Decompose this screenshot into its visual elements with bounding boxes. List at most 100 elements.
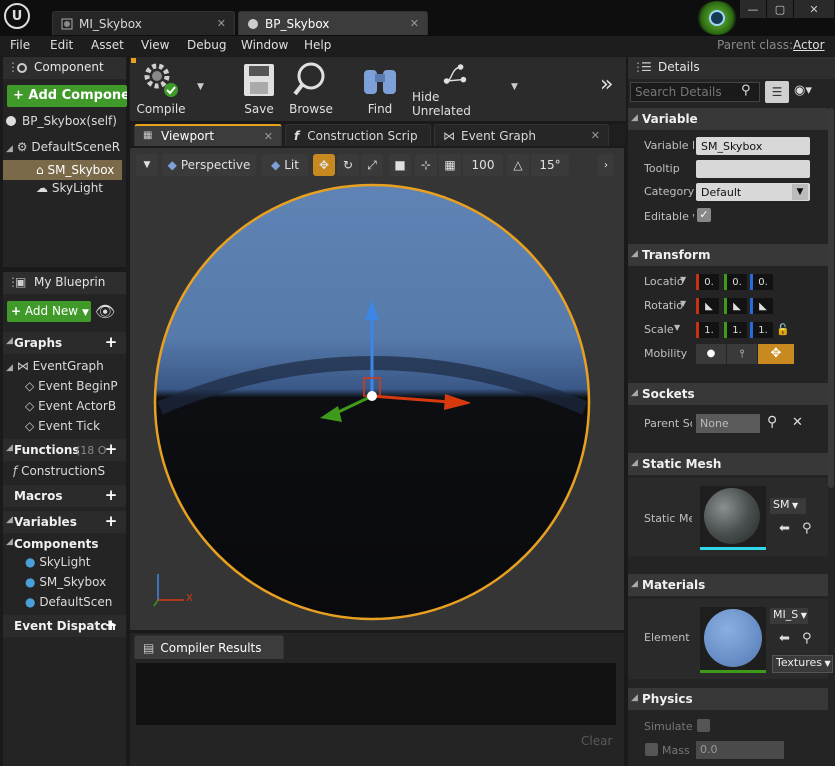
browse-asset-icon[interactable]: ⚲ — [802, 631, 812, 646]
parent-socket-field[interactable]: None — [696, 414, 760, 433]
property-matrix-button[interactable]: ☰ — [765, 81, 789, 103]
browse-button[interactable]: Browse — [286, 60, 336, 118]
tree-item-defaultsceneroot[interactable]: ◢ ⚙ DefaultSceneR — [6, 140, 124, 154]
viewport-options-button[interactable]: ▼ — [136, 154, 158, 176]
variable-defaultsceneroot[interactable]: ● DefaultScen — [25, 595, 125, 609]
find-button[interactable]: Find — [358, 60, 402, 118]
rotation-snap-toggle[interactable]: △ — [507, 154, 529, 176]
location-x-field[interactable]: 0. — [696, 274, 719, 290]
eye-icon[interactable]: 👁 — [95, 302, 115, 321]
translate-mode-button[interactable]: ✥ — [313, 154, 335, 176]
material-combo[interactable]: MI_S ▼ — [770, 608, 808, 624]
rotation-z-field[interactable]: ◣ — [750, 298, 773, 314]
add-new-button[interactable]: + Add New ▼ — [7, 301, 91, 322]
scale-y-field[interactable]: 1. — [724, 322, 747, 338]
editable-checkbox[interactable]: ✓ — [697, 208, 711, 222]
static-mesh-section[interactable]: ◢ Static Mesh — [628, 453, 828, 475]
close-tab-icon[interactable]: ✕ — [264, 130, 273, 143]
chevron-down-icon[interactable]: ▼ — [674, 323, 680, 332]
add-variable-icon[interactable]: + — [104, 514, 118, 529]
variable-section[interactable]: ◢ Variable — [628, 108, 828, 130]
variable-skylight[interactable]: ● SkyLight — [25, 555, 125, 569]
variable-name-field[interactable]: SM_Skybox — [696, 137, 810, 155]
tab-event-graph[interactable]: ⋈ Event Graph ✕ — [434, 124, 609, 146]
minimize-button[interactable]: — — [740, 0, 766, 18]
tab-mi-skybox[interactable]: MI_Skybox ✕ — [52, 11, 235, 35]
coordinate-space-button[interactable]: ■ — [389, 154, 411, 176]
mobility-static-button[interactable]: ● — [696, 344, 726, 364]
graphs-section[interactable]: ◢ Graphs + — [3, 332, 126, 354]
location-z-field[interactable]: 0. — [750, 274, 773, 290]
mobility-stationary-button[interactable]: ⫯ — [727, 344, 757, 364]
macros-section[interactable]: Macros + — [3, 485, 126, 507]
chevron-down-icon[interactable]: ▼ — [680, 275, 686, 284]
variables-section[interactable]: ◢ Variables + — [3, 511, 126, 533]
viewport-expand-button[interactable]: › — [598, 154, 614, 176]
menu-view[interactable]: View — [141, 38, 169, 52]
physics-section[interactable]: ◢ Physics — [628, 688, 828, 710]
menu-help[interactable]: Help — [304, 38, 331, 52]
browse-asset-icon[interactable]: ⚲ — [802, 521, 812, 536]
hide-unrelated-button[interactable]: Hide Unrelated — [412, 60, 498, 118]
chevron-down-icon[interactable]: ▼ — [680, 299, 686, 308]
functions-section[interactable]: ◢ Functions (18 O + — [3, 439, 126, 461]
tooltip-field[interactable] — [696, 160, 810, 178]
simulate-checkbox[interactable] — [697, 719, 710, 732]
textures-dropdown[interactable]: Textures ▼ — [772, 655, 833, 673]
close-tab-icon[interactable]: ✕ — [410, 17, 419, 30]
scale-z-field[interactable]: 1. — [750, 322, 773, 338]
add-event-dispatcher-icon[interactable]: + — [104, 618, 118, 633]
tree-item-skylight[interactable]: ☁ SkyLight — [36, 181, 126, 195]
search-icon[interactable]: ⚲ — [767, 414, 777, 430]
add-function-icon[interactable]: + — [104, 442, 118, 457]
sockets-section[interactable]: ◢ Sockets — [628, 383, 828, 405]
rotate-mode-button[interactable]: ↻ — [337, 154, 359, 176]
parent-class-link[interactable]: Actor — [793, 38, 825, 52]
event-dispatchers-section[interactable]: Event Dispatch + — [3, 615, 126, 637]
variable-sm-skybox[interactable]: ● SM_Skybox — [25, 575, 125, 589]
tree-item-event-actorbeginoverlap[interactable]: ◇ Event ActorB — [25, 399, 125, 413]
lit-button[interactable]: ◆ Lit — [262, 154, 308, 176]
menu-window[interactable]: Window — [241, 38, 288, 52]
category-dropdown[interactable]: Default ▼ — [696, 183, 810, 201]
scale-mode-button[interactable]: ⤢ — [361, 154, 383, 176]
rotation-x-field[interactable]: ◣ — [696, 298, 719, 314]
visibility-eye-icon[interactable]: ◉▾ — [794, 83, 812, 98]
tree-item-sm-skybox[interactable]: ⌂ SM_Skybox — [3, 160, 122, 180]
tab-compiler-results[interactable]: ▤ Compiler Results — [134, 635, 284, 659]
tab-bp-skybox[interactable]: BP_Skybox ✕ — [238, 11, 428, 35]
material-thumbnail[interactable] — [700, 607, 766, 673]
details-scrollbar[interactable] — [828, 108, 834, 488]
menu-debug[interactable]: Debug — [187, 38, 226, 52]
close-window-button[interactable]: ✕ — [794, 0, 834, 18]
save-button[interactable]: Save — [238, 60, 280, 118]
menu-edit[interactable]: Edit — [50, 38, 73, 52]
close-tab-icon[interactable]: ✕ — [217, 17, 226, 30]
scale-x-field[interactable]: 1. — [696, 322, 719, 338]
toolbar-overflow-button[interactable]: » — [600, 72, 613, 97]
clear-icon[interactable]: ✕ — [792, 415, 803, 430]
compile-options-chevron-icon[interactable]: ▼ — [197, 82, 204, 92]
use-selected-arrow-icon[interactable]: ⬅ — [779, 631, 790, 646]
mass-field[interactable]: 0.0 — [696, 741, 784, 759]
mass-override-checkbox[interactable] — [645, 743, 658, 756]
viewport[interactable]: X — [130, 148, 624, 630]
perspective-button[interactable]: ◆ Perspective — [162, 154, 256, 176]
tab-viewport[interactable]: ▦ Viewport ✕ — [134, 124, 282, 146]
add-graph-icon[interactable]: + — [104, 335, 118, 350]
components-category[interactable]: ◢ Components — [3, 534, 126, 554]
rotation-y-field[interactable]: ◣ — [724, 298, 747, 314]
hide-unrelated-options-chevron-icon[interactable]: ▼ — [511, 82, 518, 92]
location-y-field[interactable]: 0. — [724, 274, 747, 290]
rotation-snap-value[interactable]: 15° — [531, 154, 569, 176]
materials-section[interactable]: ◢ Materials — [628, 574, 828, 596]
root-component[interactable]: BP_Skybox(self) — [6, 114, 124, 128]
tree-item-eventgraph[interactable]: ◢ ⋈ EventGraph — [6, 359, 126, 373]
tree-item-event-tick[interactable]: ◇ Event Tick — [25, 419, 125, 433]
mobility-movable-button[interactable]: ✥ — [758, 344, 794, 364]
grid-snap-toggle[interactable]: ▦ — [439, 154, 461, 176]
clear-button[interactable]: Clear — [581, 734, 612, 748]
tab-construction-script[interactable]: f Construction Scrip — [285, 124, 431, 146]
lock-icon[interactable]: 🔓 — [776, 323, 790, 336]
tree-item-event-beginplay[interactable]: ◇ Event BeginP — [25, 379, 125, 393]
